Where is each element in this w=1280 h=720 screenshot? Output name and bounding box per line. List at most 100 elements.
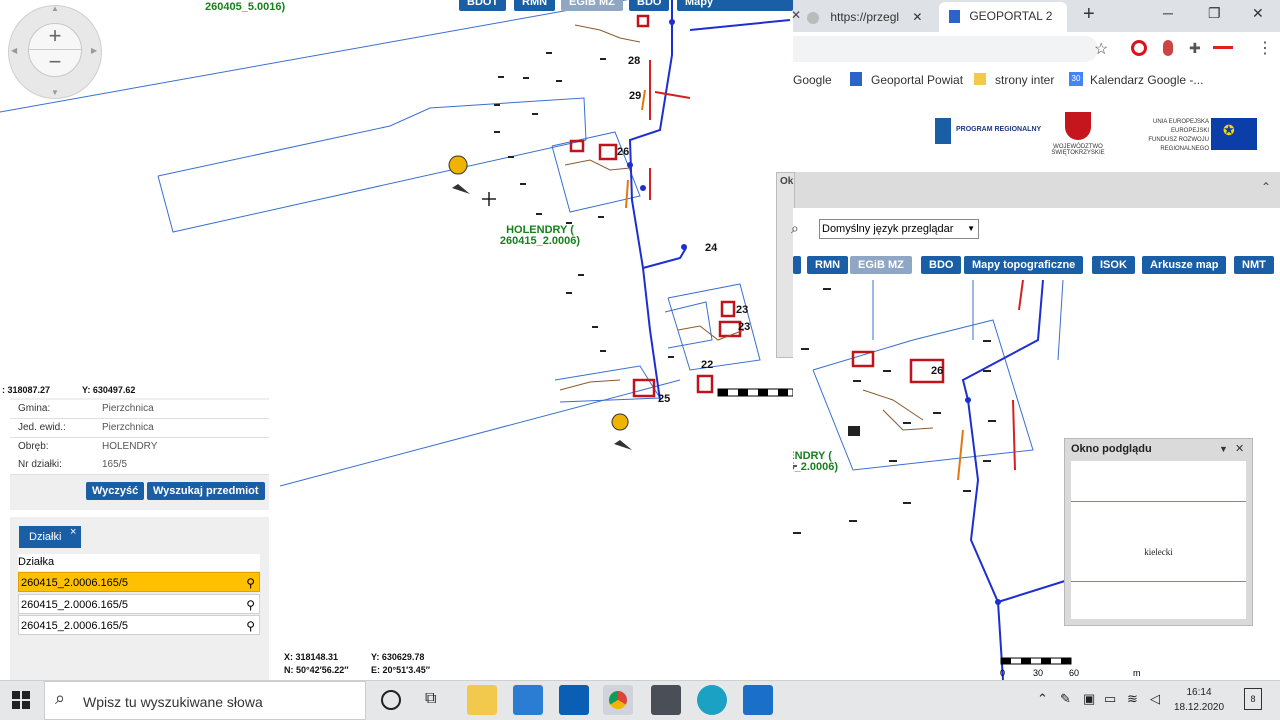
tab-dzialki[interactable]: Działki × bbox=[19, 526, 82, 548]
bookmark-item[interactable]: Geoportal Powiat bbox=[871, 73, 963, 87]
search-parcel-button[interactable]: Wyszukaj przedmiot bbox=[147, 482, 265, 500]
collapse-icon[interactable]: ⌃ bbox=[1261, 180, 1271, 194]
coord-x: X: 318148.31 bbox=[284, 652, 339, 662]
volume-icon[interactable]: ◁ bbox=[1150, 691, 1160, 707]
map-label-village: HOLENDRY ( 260415_2.0006) bbox=[495, 225, 585, 247]
browser-tab[interactable]: https://przegl ✕ bbox=[807, 6, 931, 28]
star-icon[interactable]: ☆ bbox=[1094, 39, 1108, 59]
result-row[interactable]: 260415_2.0006.165/5 ⚲ bbox=[18, 615, 260, 635]
coord-y: Y: 630629.78 bbox=[371, 652, 425, 662]
language-select-value: Domyślny język przeglądar bbox=[822, 223, 954, 235]
zoom-to-icon[interactable]: ⚲ bbox=[246, 573, 255, 593]
chrome-icon[interactable] bbox=[603, 685, 633, 715]
zoom-out-button[interactable]: − bbox=[29, 50, 81, 74]
map-label-parcel-top: 260405_5.0016) bbox=[205, 1, 286, 13]
edge-icon[interactable] bbox=[697, 685, 727, 715]
cortana-icon[interactable] bbox=[381, 690, 401, 710]
taskbar-search-input[interactable]: ⌕ Wpisz tu wyszukiwane słowa bbox=[44, 681, 366, 720]
nav-bdo-button[interactable]: BDO bbox=[921, 256, 962, 274]
preview-content: kielecki bbox=[1071, 461, 1246, 619]
results-panel: Działki × Działka 260415_2.0006.165/5 ⚲ … bbox=[10, 517, 269, 680]
task-view-icon[interactable]: ⧉ bbox=[425, 690, 436, 708]
field-value[interactable]: HOLENDRY bbox=[102, 441, 157, 452]
pan-right-icon[interactable]: ▶ bbox=[91, 46, 97, 55]
close-tab-icon[interactable]: ✕ bbox=[912, 10, 922, 24]
bookmark-item[interactable]: strony inter bbox=[995, 73, 1054, 87]
profile-icon[interactable] bbox=[1213, 46, 1233, 49]
nav-egib-button[interactable]: EGiB MZ bbox=[850, 256, 912, 274]
nav-rmn-button[interactable]: RMN bbox=[807, 256, 849, 274]
close-tab-icon[interactable]: × bbox=[70, 521, 76, 543]
minimize-button[interactable]: ─ bbox=[1163, 5, 1173, 21]
village-code: 260415_2.0006) bbox=[793, 461, 839, 473]
nav-topo-button[interactable]: Mapy topograficzne bbox=[677, 0, 793, 22]
calculator-icon[interactable] bbox=[651, 685, 681, 715]
nav-arkusze-button[interactable]: Arkusze map bbox=[1142, 256, 1227, 274]
coord-n: N: 50°42′56.22″ bbox=[284, 665, 349, 675]
clear-button[interactable]: Wyczyść bbox=[86, 482, 145, 500]
shield-icon bbox=[949, 10, 960, 24]
nav-bdot-button[interactable]: BDOT bbox=[459, 0, 507, 11]
menu-icon[interactable]: ⋮ bbox=[1257, 38, 1273, 58]
preview-title-bar[interactable]: Okno podglądu ▼ ✕ bbox=[1065, 439, 1252, 461]
location-pin-icon bbox=[448, 155, 470, 194]
url-field[interactable] bbox=[793, 36, 1098, 62]
maximize-button[interactable]: ❐ bbox=[1208, 5, 1221, 22]
folder-icon bbox=[974, 73, 986, 85]
zoom-buttons: + − bbox=[28, 23, 82, 77]
file-explorer-icon[interactable] bbox=[467, 685, 497, 715]
windows-start-icon[interactable] bbox=[12, 691, 30, 709]
pan-up-icon[interactable]: ▲ bbox=[51, 4, 59, 13]
house-number: 23 bbox=[738, 321, 751, 333]
extension-icon[interactable] bbox=[1163, 40, 1173, 56]
pan-left-icon[interactable]: ◀ bbox=[11, 46, 17, 55]
wifi-icon[interactable]: ≋ bbox=[1127, 691, 1138, 707]
search-icon: ⌕ bbox=[55, 688, 66, 708]
new-tab-button[interactable]: + bbox=[1083, 3, 1095, 26]
mail-icon[interactable] bbox=[513, 685, 543, 715]
boundary-line bbox=[1071, 501, 1246, 502]
pan-down-icon[interactable]: ▼ bbox=[51, 88, 59, 97]
meet-icon[interactable]: ▣ bbox=[1083, 691, 1095, 707]
nav-topo-button[interactable]: Mapy topograficzne bbox=[964, 256, 1084, 274]
opera-icon[interactable] bbox=[1131, 40, 1147, 56]
field-value[interactable]: 165/5 bbox=[102, 459, 127, 470]
house-number: 26 bbox=[617, 146, 630, 158]
close-icon[interactable]: ✕ bbox=[1235, 442, 1244, 455]
chevron-up-icon[interactable]: ⌃ bbox=[1037, 691, 1048, 707]
result-row[interactable]: 260415_2.0006.165/5 ⚲ bbox=[18, 572, 260, 592]
pen-icon[interactable]: ✎ bbox=[1060, 691, 1071, 707]
zoom-to-icon[interactable]: ⚲ bbox=[246, 595, 255, 615]
close-tab-icon[interactable]: ✕ bbox=[791, 8, 801, 22]
nav-edge-button[interactable] bbox=[793, 256, 801, 274]
right-map-nav: RMN EGiB MZ BDO Mapy topograficzne ISOK … bbox=[793, 250, 1280, 280]
bookmark-item[interactable]: Kalendarz Google -... bbox=[1090, 73, 1203, 87]
battery-icon[interactable]: ▭ bbox=[1104, 691, 1116, 707]
language-select[interactable]: Domyślny język przeglądar ▼ bbox=[819, 219, 979, 239]
notifications-icon[interactable]: 8 bbox=[1244, 688, 1262, 710]
photos-icon[interactable] bbox=[743, 685, 773, 715]
village-code: 260415_2.0006) bbox=[499, 235, 581, 247]
browser-tab-active[interactable]: GEOPORTAL 2 ✕ bbox=[939, 2, 1067, 51]
nav-isok-button[interactable]: ISOK bbox=[1092, 256, 1135, 274]
clock[interactable]: 16:14 18.12.2020 bbox=[1170, 685, 1228, 715]
outlook-icon[interactable] bbox=[559, 685, 589, 715]
zoom-in-button[interactable]: + bbox=[29, 24, 81, 50]
puzzle-icon[interactable]: ✚ bbox=[1189, 40, 1201, 57]
bookmark-item[interactable]: Google bbox=[793, 73, 832, 87]
close-window-button[interactable]: ✕ bbox=[1252, 5, 1264, 22]
field-value[interactable]: Pierzchnica bbox=[102, 403, 154, 414]
result-row[interactable]: 260415_2.0006.165/5 ⚲ bbox=[18, 594, 260, 614]
zoom-to-icon[interactable]: ⚲ bbox=[246, 616, 255, 636]
preview-window: Okno podglądu ▼ ✕ kielecki bbox=[1064, 438, 1253, 626]
nav-nmt-button[interactable]: NMT bbox=[1234, 256, 1274, 274]
field-label: Nr działki: bbox=[18, 459, 62, 470]
nav-bdo-button[interactable]: BDO bbox=[629, 0, 670, 11]
chevron-down-icon[interactable]: ▼ bbox=[1219, 444, 1228, 454]
house-number: 23 bbox=[736, 304, 749, 316]
field-value[interactable]: Pierzchnica bbox=[102, 422, 154, 433]
chevron-down-icon: ▼ bbox=[967, 224, 975, 233]
magnifier-icon[interactable]: ⌕ bbox=[791, 220, 799, 237]
nav-rmn-button[interactable]: RMN bbox=[514, 0, 556, 11]
nav-egib-button[interactable]: EGiB MZ bbox=[561, 0, 623, 11]
